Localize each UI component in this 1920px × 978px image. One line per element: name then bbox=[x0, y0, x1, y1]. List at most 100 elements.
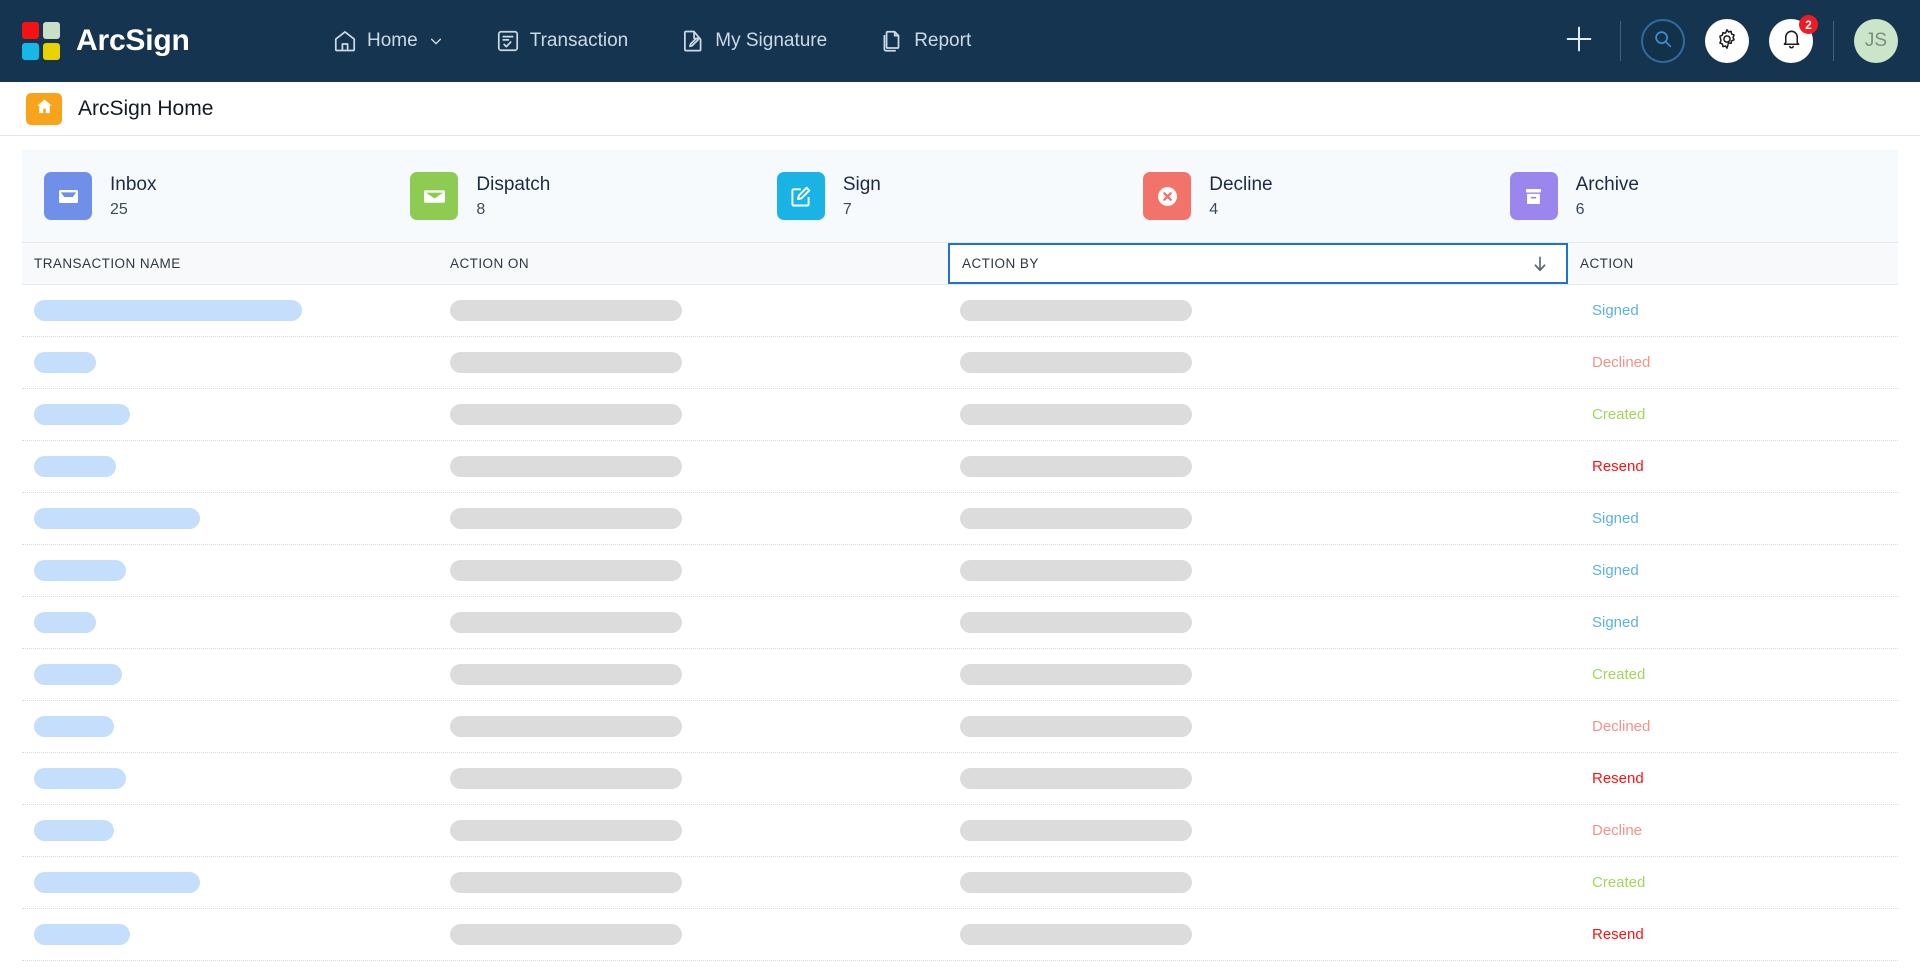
status-action-link[interactable]: Signed bbox=[1592, 302, 1639, 319]
column-header-action-on[interactable]: ACTION ON bbox=[438, 243, 948, 284]
sort-descending-icon[interactable] bbox=[1530, 254, 1550, 274]
skeleton-placeholder bbox=[34, 508, 200, 529]
nav-item-transaction[interactable]: Transaction bbox=[495, 28, 628, 54]
cell-action: Declined bbox=[1568, 718, 1898, 735]
nav-item-my-signature[interactable]: My Signature bbox=[680, 28, 827, 54]
cell-action-on bbox=[438, 508, 948, 529]
table-row[interactable]: Created bbox=[22, 389, 1898, 441]
table-row[interactable]: Declined bbox=[22, 701, 1898, 753]
nav-label-report: Report bbox=[914, 30, 972, 51]
settings-button[interactable] bbox=[1705, 19, 1749, 63]
cell-transaction-name bbox=[22, 508, 438, 529]
skeleton-placeholder bbox=[450, 872, 682, 893]
table-row[interactable]: Signed bbox=[22, 545, 1898, 597]
cell-action: Created bbox=[1568, 666, 1898, 683]
table-row[interactable]: Decline bbox=[22, 805, 1898, 857]
cell-action-on bbox=[438, 612, 948, 633]
cell-action-by bbox=[948, 560, 1568, 581]
status-action-link[interactable]: Resend bbox=[1592, 458, 1644, 475]
page-title: ArcSign Home bbox=[78, 96, 214, 120]
status-action-link[interactable]: Resend bbox=[1592, 770, 1644, 787]
cell-action-on bbox=[438, 664, 948, 685]
table-row[interactable]: Created bbox=[22, 649, 1898, 701]
status-card-count: 8 bbox=[476, 200, 486, 218]
cell-action-by bbox=[948, 508, 1568, 529]
cell-transaction-name bbox=[22, 300, 438, 321]
logo-square-yellow bbox=[43, 43, 60, 60]
skeleton-placeholder bbox=[960, 612, 1192, 633]
column-header-action-by[interactable]: ACTION BY bbox=[948, 243, 1568, 284]
column-header-action[interactable]: ACTION bbox=[1568, 243, 1898, 284]
column-label: ACTION ON bbox=[450, 256, 530, 271]
status-action-link[interactable]: Resend bbox=[1592, 926, 1644, 943]
cell-action: Resend bbox=[1568, 926, 1898, 943]
table-row[interactable]: Resend bbox=[22, 753, 1898, 805]
skeleton-placeholder bbox=[450, 612, 682, 633]
skeleton-placeholder bbox=[960, 352, 1192, 373]
cell-action-on bbox=[438, 352, 948, 373]
cell-action-by bbox=[948, 872, 1568, 893]
status-action-link[interactable]: Created bbox=[1592, 874, 1645, 891]
skeleton-placeholder bbox=[34, 716, 114, 737]
nav-item-report[interactable]: Report bbox=[879, 28, 971, 54]
status-card-archive[interactable]: Archive 6 bbox=[1509, 172, 1876, 220]
status-action-link[interactable]: Declined bbox=[1592, 718, 1650, 735]
skeleton-placeholder bbox=[34, 664, 122, 685]
cell-transaction-name bbox=[22, 924, 438, 945]
table-row[interactable]: Created bbox=[22, 857, 1898, 909]
plus-icon bbox=[1562, 22, 1596, 61]
skeleton-placeholder bbox=[960, 664, 1192, 685]
status-card-inbox[interactable]: Inbox 25 bbox=[44, 172, 410, 220]
brand-logo[interactable]: ArcSign bbox=[22, 22, 282, 60]
column-header-transaction-name[interactable]: TRANSACTION NAME bbox=[22, 243, 438, 284]
table-row[interactable]: Resend bbox=[22, 441, 1898, 493]
status-action-link[interactable]: Created bbox=[1592, 666, 1645, 683]
cell-action-on bbox=[438, 404, 948, 425]
skeleton-placeholder bbox=[34, 872, 200, 893]
cell-action: Signed bbox=[1568, 510, 1898, 527]
status-card-sign[interactable]: Sign 7 bbox=[776, 172, 1143, 220]
cell-action: Resend bbox=[1568, 458, 1898, 475]
cell-action: Decline bbox=[1568, 822, 1898, 839]
cell-action-on bbox=[438, 820, 948, 841]
cell-transaction-name bbox=[22, 872, 438, 893]
status-card-decline[interactable]: Decline 4 bbox=[1143, 172, 1509, 220]
cell-transaction-name bbox=[22, 820, 438, 841]
status-card-dispatch[interactable]: Dispatch 8 bbox=[410, 172, 776, 220]
table-row[interactable]: Signed bbox=[22, 597, 1898, 649]
cell-transaction-name bbox=[22, 716, 438, 737]
table-row[interactable]: Signed bbox=[22, 493, 1898, 545]
status-action-link[interactable]: Signed bbox=[1592, 562, 1639, 579]
cell-action-on bbox=[438, 768, 948, 789]
skeleton-placeholder bbox=[450, 456, 682, 477]
avatar[interactable]: JS bbox=[1854, 19, 1898, 63]
table-row[interactable]: Signed bbox=[22, 285, 1898, 337]
status-action-link[interactable]: Signed bbox=[1592, 510, 1639, 527]
skeleton-placeholder bbox=[960, 924, 1192, 945]
status-card-count: 4 bbox=[1209, 200, 1219, 218]
search-button[interactable] bbox=[1641, 19, 1685, 63]
skeleton-placeholder bbox=[34, 820, 114, 841]
home-icon bbox=[332, 28, 358, 54]
status-card-label: Dispatch bbox=[476, 173, 551, 195]
nav-item-home[interactable]: Home bbox=[332, 28, 443, 54]
table-row[interactable]: Declined bbox=[22, 337, 1898, 389]
logo-icon bbox=[22, 22, 60, 60]
status-action-link[interactable]: Signed bbox=[1592, 614, 1639, 631]
status-action-link[interactable]: Created bbox=[1592, 406, 1645, 423]
skeleton-placeholder bbox=[34, 456, 116, 477]
status-card-label: Inbox bbox=[110, 173, 157, 195]
status-action-link[interactable]: Declined bbox=[1592, 354, 1650, 371]
column-label: ACTION bbox=[1580, 256, 1634, 271]
cell-action-by bbox=[948, 768, 1568, 789]
bell-icon bbox=[1780, 27, 1803, 55]
home-breadcrumb-button[interactable] bbox=[26, 92, 62, 125]
notifications-button[interactable]: 2 bbox=[1769, 15, 1818, 63]
cell-action-by bbox=[948, 404, 1568, 425]
gear-icon bbox=[1715, 27, 1739, 56]
main-nav: Home Transaction My Signature Report bbox=[332, 28, 971, 54]
status-action-link[interactable]: Decline bbox=[1592, 822, 1642, 839]
add-new-button[interactable] bbox=[1558, 20, 1600, 62]
table-row[interactable]: Resend bbox=[22, 909, 1898, 961]
envelope-icon bbox=[410, 172, 459, 220]
